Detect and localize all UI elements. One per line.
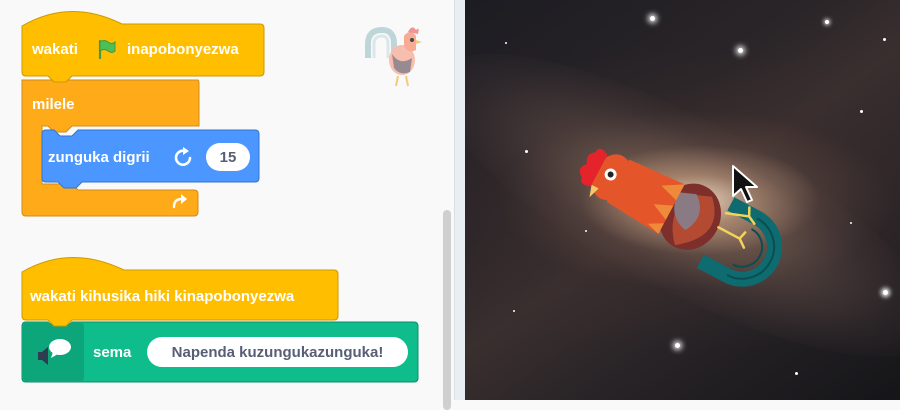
rooster-sprite[interactable] [465, 0, 900, 400]
turn-label: zunguka digrii [48, 149, 150, 166]
turn-degrees-input[interactable]: 15 [206, 143, 250, 171]
rotate-clockwise-icon [174, 147, 192, 166]
say-text-input[interactable]: Napenda kuzungukazunguka! [147, 337, 408, 367]
green-flag-icon [98, 39, 116, 60]
sprite-clicked-hat-label: wakati kihusika hiki kinapobonyezwa [30, 288, 295, 305]
code-area-scrollbar-thumb[interactable] [443, 210, 451, 410]
event-hat-prefix: wakati [32, 41, 78, 58]
event-hat-suffix: inapobonyezwa [127, 41, 239, 58]
mouse-pointer-icon [732, 165, 758, 203]
forever-label: milele [32, 96, 75, 113]
say-label: sema [93, 344, 132, 361]
loop-arrow-icon [172, 194, 187, 209]
text-to-speech-icon [38, 339, 71, 365]
rooster-sprite-icon [365, 26, 422, 87]
stage-divider [454, 0, 465, 400]
stage[interactable] [465, 0, 900, 400]
code-area[interactable]: wakati inapobonyezwa milele zunguka digr… [0, 0, 440, 400]
